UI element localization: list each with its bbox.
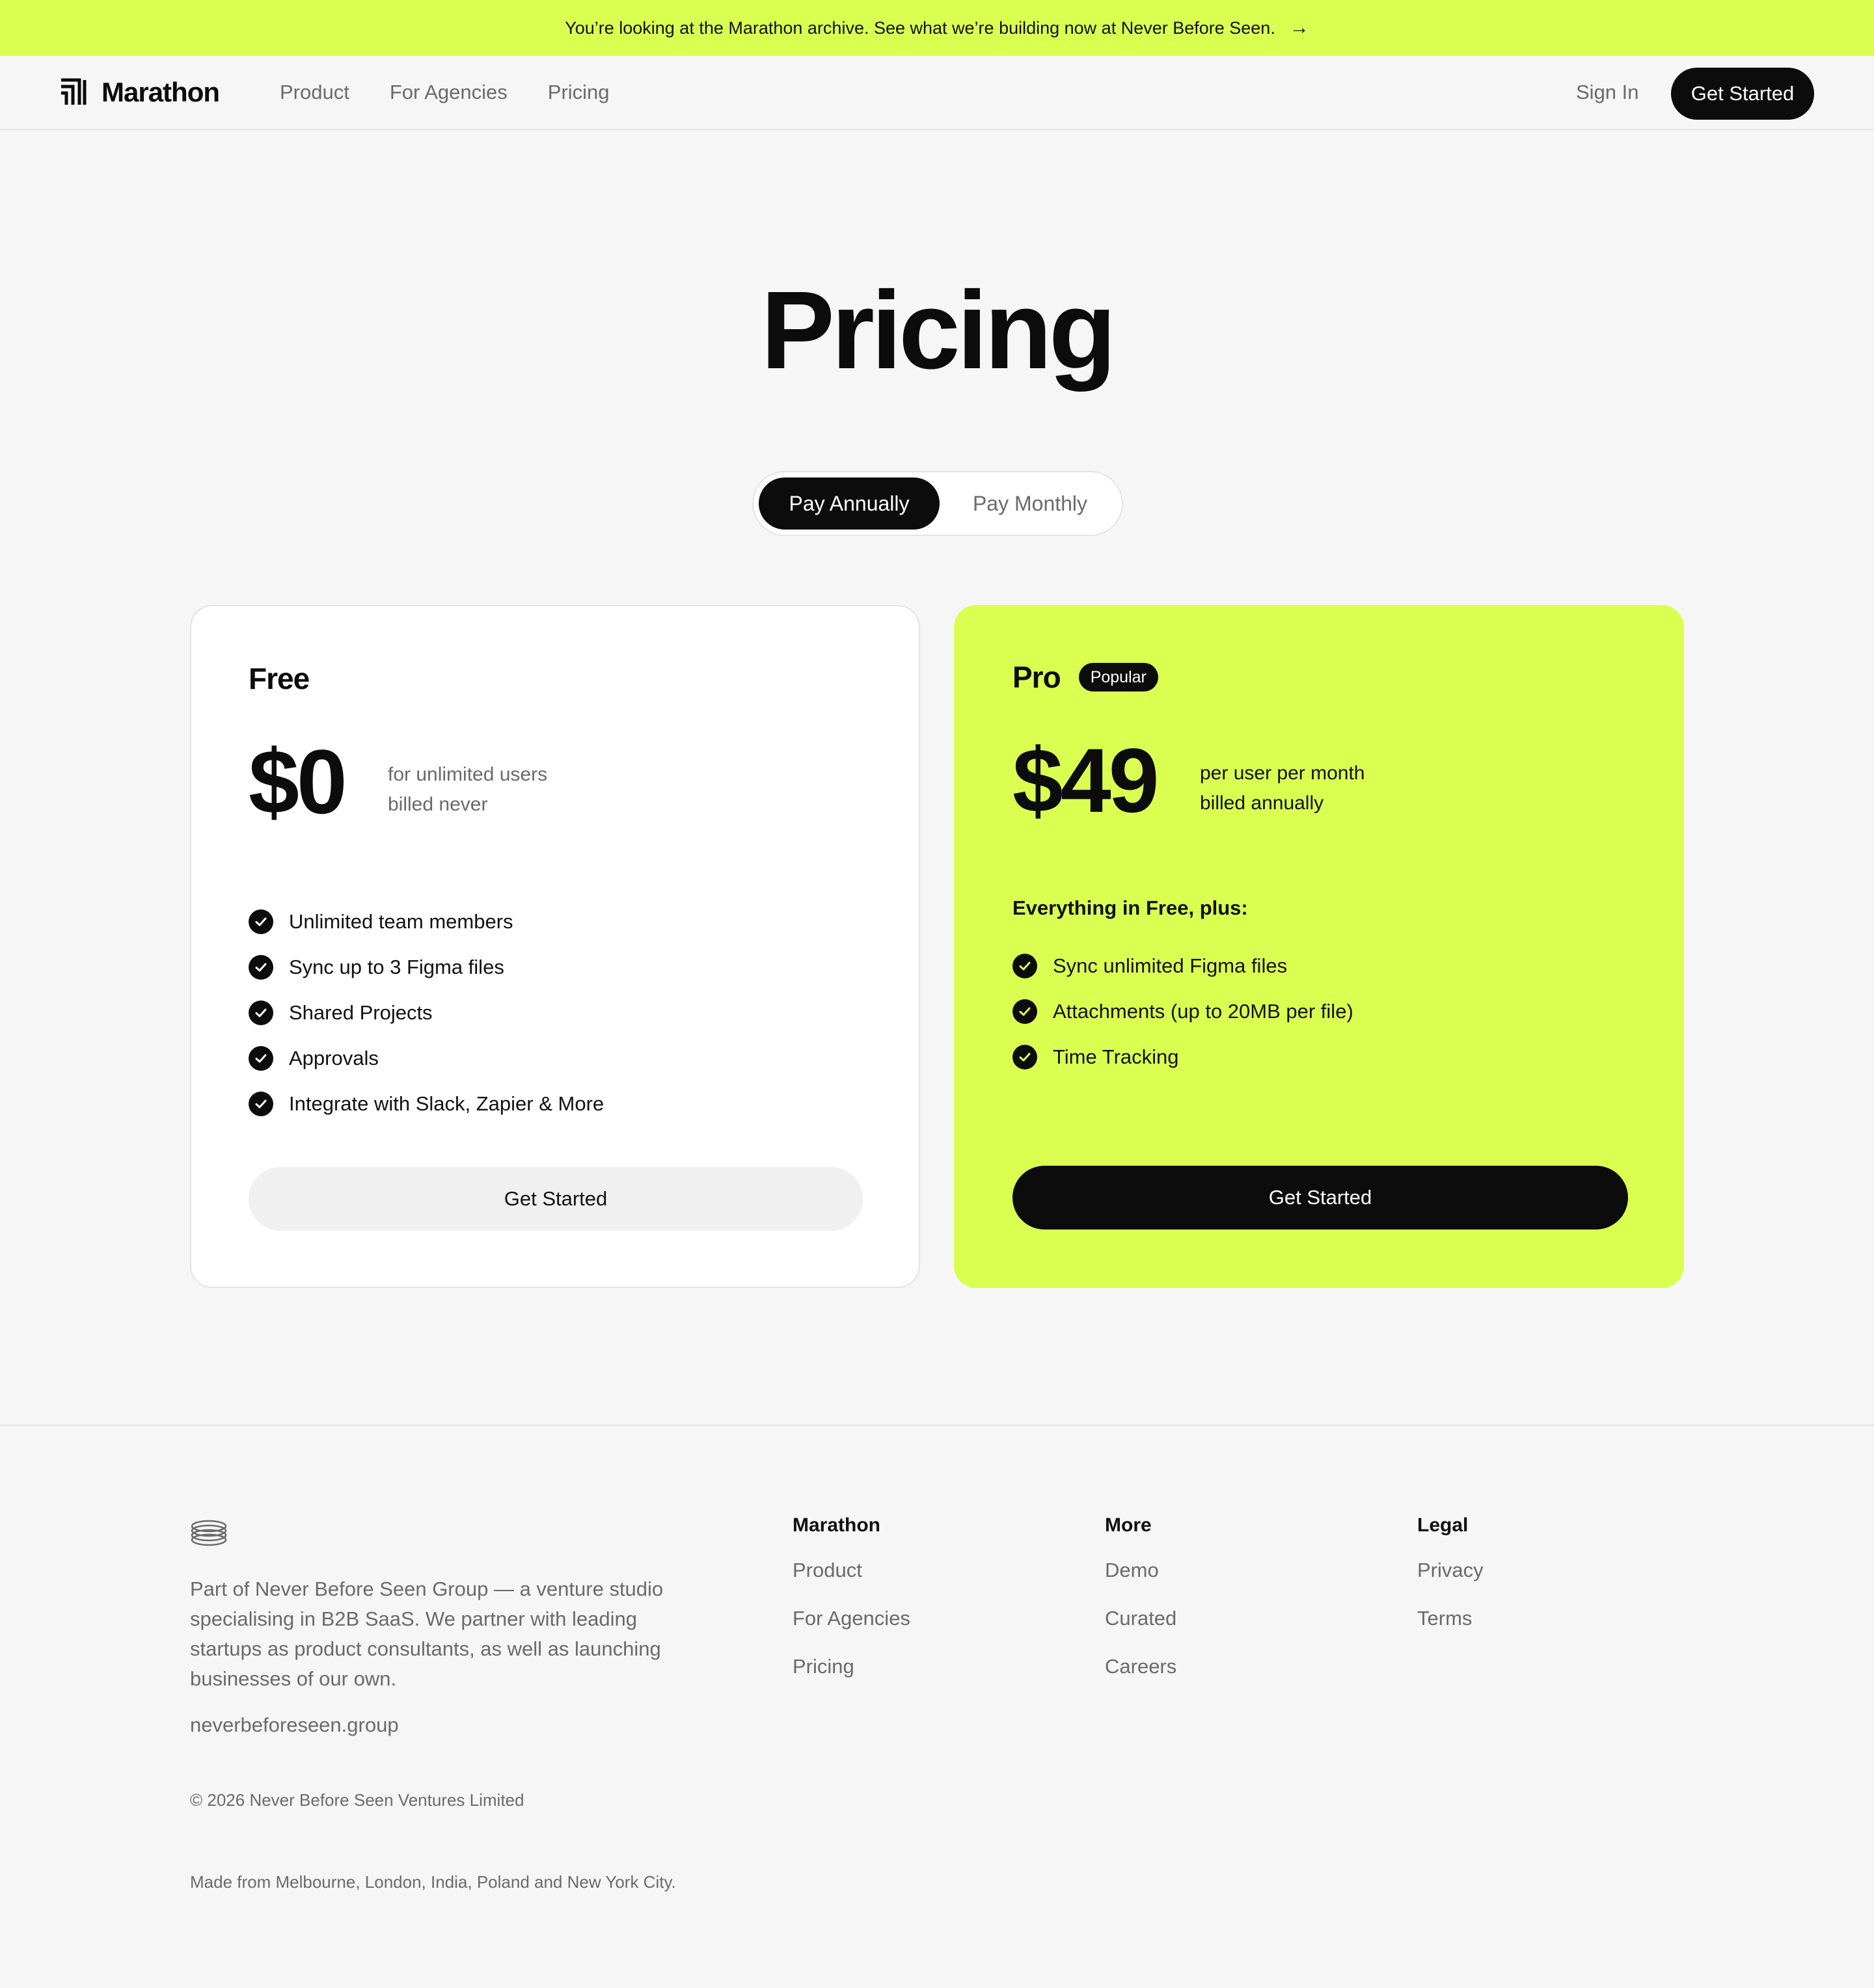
- page-title: Pricing: [761, 269, 1116, 392]
- plan-card-pro: Pro Popular $49 per user per month bille…: [954, 605, 1684, 1288]
- top-nav: Marathon Product For Agencies Pricing Si…: [0, 56, 1874, 130]
- feature-text: Shared Projects: [289, 1001, 433, 1024]
- nav-link-for-agencies[interactable]: For Agencies: [390, 81, 508, 104]
- footer-link-demo[interactable]: Demo: [1105, 1559, 1176, 1607]
- sign-in-link[interactable]: Sign In: [1576, 81, 1639, 104]
- price-note: for unlimited users billed never: [388, 760, 547, 820]
- pro-get-started-button[interactable]: Get Started: [1012, 1166, 1628, 1229]
- free-get-started-button[interactable]: Get Started: [249, 1167, 863, 1231]
- feature-item: Sync up to 3 Figma files: [249, 945, 604, 990]
- check-circle-icon: [249, 1001, 273, 1025]
- feature-item: Shared Projects: [249, 990, 604, 1036]
- feature-item: Integrate with Slack, Zapier & More: [249, 1081, 604, 1127]
- footer-about: Part of Never Before Seen Group — a vent…: [190, 1578, 664, 1690]
- footer-made-from: Made from Melbourne, London, India, Pola…: [190, 1872, 676, 1892]
- feature-list: Sync unlimited Figma files Attachments (…: [1012, 943, 1353, 1080]
- feature-item: Attachments (up to 20MB per file): [1012, 989, 1353, 1034]
- feature-text: Integrate with Slack, Zapier & More: [289, 1092, 604, 1115]
- footer-divider: [0, 1425, 1874, 1426]
- get-started-button[interactable]: Get Started: [1671, 68, 1814, 120]
- feature-text: Sync up to 3 Figma files: [289, 956, 504, 978]
- footer-link-for-agencies[interactable]: For Agencies: [793, 1607, 910, 1655]
- footer-link-product[interactable]: Product: [793, 1559, 910, 1607]
- feature-item: Sync unlimited Figma files: [1012, 943, 1353, 989]
- price-note-line: billed annually: [1200, 792, 1324, 814]
- check-circle-icon: [1012, 1045, 1037, 1069]
- banner-text: You’re looking at the Marathon archive. …: [565, 18, 1275, 38]
- feature-text: Sync unlimited Figma files: [1053, 954, 1288, 977]
- feature-text: Approvals: [289, 1047, 379, 1069]
- never-before-seen-logo-icon: [191, 1520, 227, 1546]
- check-circle-icon: [1012, 954, 1037, 978]
- footer-link-terms[interactable]: Terms: [1417, 1607, 1484, 1655]
- brand-name: Marathon: [102, 77, 220, 107]
- footer-column-marathon: Marathon Product For Agencies Pricing: [793, 1514, 910, 1703]
- plan-name: Pro Popular: [1012, 660, 1158, 695]
- plan-name-text: Pro: [1012, 660, 1061, 694]
- plan-price: $0: [249, 731, 347, 833]
- marathon-logo-icon: [61, 78, 87, 105]
- footer-column-heading: More: [1105, 1514, 1152, 1536]
- feature-text: Unlimited team members: [289, 910, 513, 933]
- nav-link-product[interactable]: Product: [280, 81, 349, 104]
- features-heading: Everything in Free, plus:: [1012, 896, 1248, 919]
- popular-badge: Popular: [1078, 663, 1158, 692]
- feature-text: Time Tracking: [1053, 1045, 1179, 1068]
- footer-column-heading: Legal: [1417, 1514, 1469, 1536]
- brand-logo[interactable]: Marathon: [60, 77, 220, 108]
- footer-column-heading: Marathon: [793, 1514, 880, 1536]
- feature-list: Unlimited team members Sync up to 3 Figm…: [249, 899, 604, 1127]
- plan-card-free: Free $0 for unlimited users billed never…: [190, 605, 920, 1288]
- price-note-line: billed never: [388, 794, 488, 815]
- arrow-right-icon: →: [1289, 17, 1309, 38]
- pay-monthly-option[interactable]: Pay Monthly: [942, 477, 1118, 530]
- nav-link-pricing[interactable]: Pricing: [548, 81, 610, 104]
- check-circle-icon: [1012, 999, 1037, 1024]
- check-circle-icon: [249, 955, 273, 980]
- price-note: per user per month billed annually: [1200, 759, 1365, 818]
- footer-link-careers[interactable]: Careers: [1105, 1655, 1176, 1703]
- feature-item: Time Tracking: [1012, 1034, 1353, 1080]
- feature-item: Unlimited team members: [249, 899, 604, 945]
- footer-column-more: More Demo Curated Careers: [1105, 1514, 1176, 1703]
- nav-links: Product For Agencies Pricing: [280, 81, 610, 104]
- plan-name: Free: [249, 661, 310, 696]
- footer-link-privacy[interactable]: Privacy: [1417, 1559, 1484, 1607]
- footer-column-legal: Legal Privacy Terms: [1417, 1514, 1484, 1655]
- check-circle-icon: [249, 1092, 273, 1116]
- feature-item: Approvals: [249, 1036, 604, 1081]
- pay-annually-option[interactable]: Pay Annually: [759, 477, 940, 530]
- check-circle-icon: [249, 909, 273, 934]
- plan-price: $49: [1012, 729, 1160, 831]
- footer-link-pricing[interactable]: Pricing: [793, 1655, 910, 1703]
- price-note-line: per user per month: [1200, 762, 1365, 784]
- footer-link-curated[interactable]: Curated: [1105, 1607, 1176, 1655]
- price-note-line: for unlimited users: [388, 764, 548, 785]
- feature-text: Attachments (up to 20MB per file): [1053, 1000, 1353, 1023]
- plan-name-text: Free: [249, 662, 310, 695]
- billing-toggle: Pay Annually Pay Monthly: [752, 471, 1123, 536]
- announcement-banner[interactable]: You’re looking at the Marathon archive. …: [0, 0, 1874, 56]
- footer-site-link[interactable]: neverbeforeseen.group: [190, 1713, 399, 1737]
- footer-copyright: © 2026 Never Before Seen Ventures Limite…: [190, 1790, 524, 1810]
- check-circle-icon: [249, 1046, 273, 1071]
